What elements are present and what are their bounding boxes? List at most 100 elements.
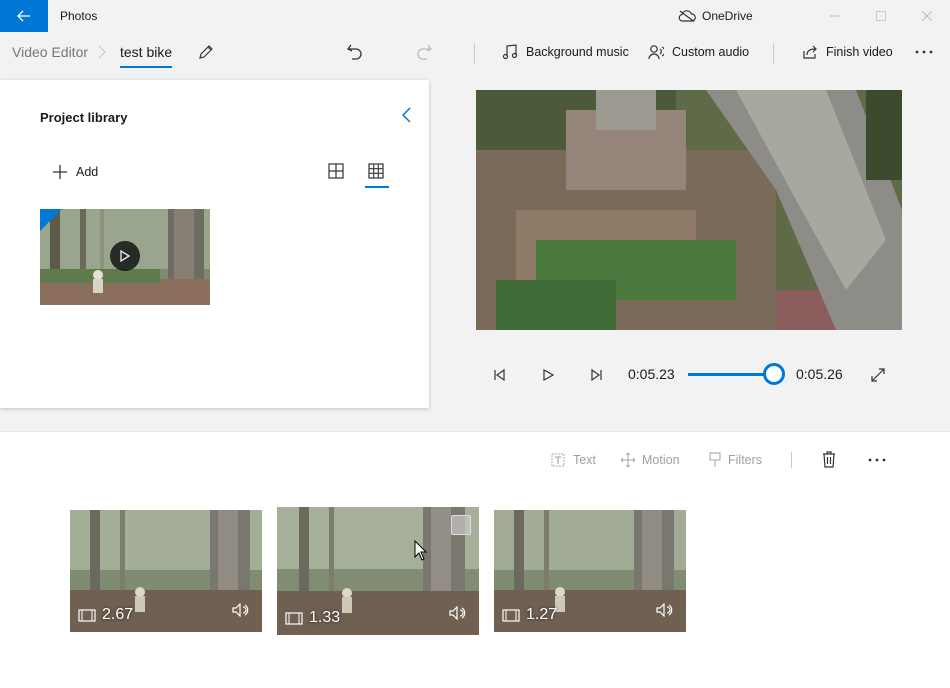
maximize-button[interactable] [858, 0, 904, 32]
redo-button[interactable] [414, 42, 434, 62]
small-grid-icon [368, 163, 384, 179]
breadcrumb-project-name[interactable]: test bike [120, 44, 172, 60]
delete-button[interactable] [822, 451, 836, 468]
motion-button[interactable]: Motion [620, 452, 680, 468]
chevron-right-icon [98, 45, 106, 59]
playback-controls: 0:05.23 0:05.26 [476, 355, 902, 395]
small-grid-view-button[interactable] [368, 163, 384, 184]
close-button[interactable] [904, 0, 950, 32]
seek-bar-thumb[interactable] [763, 363, 785, 385]
command-bar: Video Editor test bike Background music … [0, 32, 950, 72]
custom-audio-button[interactable]: Custom audio [648, 44, 749, 60]
undo-button[interactable] [345, 42, 365, 62]
play-icon [110, 241, 140, 271]
add-media-button[interactable]: Add [52, 164, 98, 180]
storyboard-clip[interactable]: 2.67 [70, 510, 262, 632]
end-time: 0:05.26 [796, 366, 843, 382]
more-icon [915, 50, 933, 54]
volume-icon [232, 602, 249, 618]
redo-icon [417, 44, 432, 60]
onedrive-status[interactable]: OneDrive [678, 9, 753, 23]
more-icon [868, 458, 886, 462]
trash-icon [823, 451, 835, 468]
toolbar-divider [773, 44, 774, 64]
rename-button[interactable] [196, 42, 216, 62]
selected-corner-marker [40, 209, 62, 231]
volume-icon [449, 605, 466, 621]
person-audio-icon [648, 45, 664, 60]
share-export-icon [803, 45, 817, 59]
clip-duration: 2.67 [78, 606, 133, 624]
close-icon [922, 11, 932, 21]
film-icon [78, 608, 96, 622]
clip-select-checkbox[interactable] [451, 515, 471, 535]
next-frame-button[interactable] [584, 363, 608, 387]
plus-icon [53, 165, 67, 179]
project-library-title: Project library [40, 110, 128, 125]
fullscreen-button[interactable] [866, 363, 890, 387]
onedrive-label: OneDrive [702, 9, 753, 23]
expand-icon [871, 368, 885, 382]
background-music-button[interactable]: Background music [502, 44, 629, 60]
project-library-panel: Project library Add [0, 80, 429, 408]
back-button[interactable] [0, 0, 48, 32]
finish-video-button[interactable]: Finish video [802, 44, 893, 60]
title-bar: Photos OneDrive [0, 0, 950, 32]
preview-forest-frame [476, 90, 902, 330]
storyboard: Text Motion Filters 2.67 1.33 1.27 [0, 431, 950, 688]
volume-icon [656, 602, 673, 618]
add-label: Add [76, 165, 99, 179]
clip-volume-button[interactable] [449, 605, 467, 625]
filters-button[interactable]: Filters [708, 452, 762, 468]
toolbar-divider [474, 44, 475, 64]
text-button[interactable]: Text [551, 452, 596, 468]
more-options-button[interactable] [914, 42, 934, 62]
step-forward-icon [591, 368, 602, 382]
clip-duration-value: 2.67 [102, 606, 134, 623]
large-grid-view-button[interactable] [328, 163, 344, 184]
clip-volume-button[interactable] [656, 602, 674, 622]
clip-duration: 1.33 [285, 609, 340, 627]
film-icon [285, 611, 303, 625]
clip-volume-button[interactable] [232, 602, 250, 622]
clip-duration: 1.27 [502, 606, 557, 624]
undo-icon [347, 44, 362, 60]
video-preview[interactable] [476, 90, 902, 330]
background-music-label: Background music [526, 45, 629, 59]
motion-icon [620, 452, 636, 468]
custom-audio-label: Custom audio [672, 45, 750, 59]
filters-label: Filters [728, 453, 763, 467]
large-grid-icon [328, 163, 344, 179]
view-mode-active-indicator [365, 186, 389, 188]
collapse-library-button[interactable] [400, 106, 412, 129]
storyboard-clip[interactable]: 1.33 [277, 507, 479, 635]
pencil-icon [199, 45, 213, 59]
back-arrow-icon [17, 10, 30, 22]
film-icon [502, 608, 520, 622]
minimize-button[interactable] [812, 0, 858, 32]
breadcrumb-video-editor[interactable]: Video Editor [12, 44, 88, 60]
app-title: Photos [60, 9, 98, 23]
play-icon [543, 368, 555, 382]
mouse-cursor-icon [414, 540, 428, 561]
finish-video-label: Finish video [826, 45, 893, 59]
step-back-icon [494, 368, 505, 382]
storyboard-more-button[interactable] [868, 458, 886, 462]
music-note-icon [502, 44, 518, 60]
toolbar-divider [791, 452, 792, 468]
chevron-left-icon [401, 107, 411, 123]
storyboard-clip[interactable]: 1.27 [494, 510, 686, 632]
previous-frame-button[interactable] [488, 363, 512, 387]
text-label: Text [573, 453, 596, 467]
motion-label: Motion [642, 453, 680, 467]
play-button[interactable] [536, 363, 560, 387]
minimize-icon [830, 15, 840, 17]
breadcrumb-active-indicator [120, 66, 172, 68]
library-video-thumbnail[interactable] [40, 209, 210, 305]
filters-icon [709, 452, 721, 467]
maximize-icon [876, 11, 886, 21]
clip-duration-value: 1.33 [309, 609, 341, 626]
clip-duration-value: 1.27 [526, 606, 558, 623]
cloud-offline-icon [678, 10, 696, 22]
current-time: 0:05.23 [628, 366, 675, 382]
